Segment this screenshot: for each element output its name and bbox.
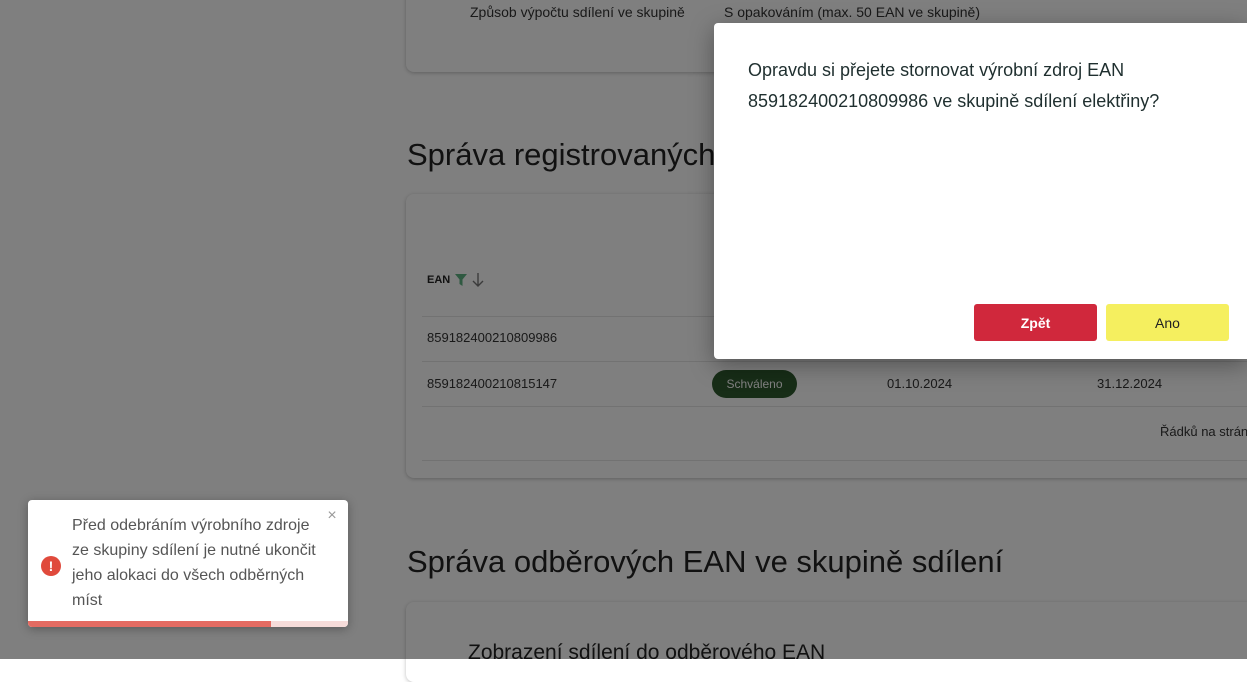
toast-progress-bar — [28, 621, 272, 627]
page: Způsob výpočtu sdílení ve skupině S opak… — [0, 0, 1247, 682]
error-icon: ! — [41, 556, 61, 576]
back-button[interactable]: Zpět — [974, 304, 1097, 341]
close-icon[interactable]: × — [324, 508, 340, 524]
confirm-yes-button[interactable]: Ano — [1106, 304, 1229, 341]
confirm-cancel-dialog: Opravdu si přejete stornovat výrobní zdr… — [714, 23, 1247, 359]
error-toast: ! Před odebráním výrobního zdroje ze sku… — [28, 500, 348, 627]
dialog-message: Opravdu si přejete stornovat výrobní zdr… — [748, 60, 1160, 111]
toast-message: Před odebráním výrobního zdroje ze skupi… — [72, 517, 316, 609]
toast-progress-track — [28, 621, 348, 627]
